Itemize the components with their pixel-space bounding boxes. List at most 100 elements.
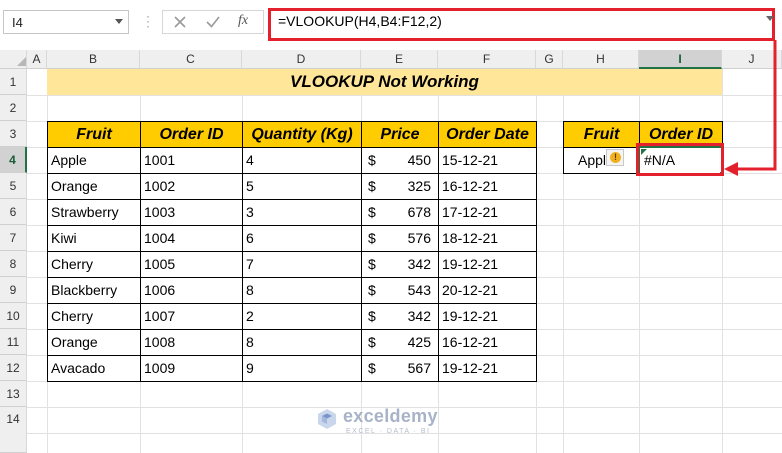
- table-cell-quantity[interactable]: 4: [242, 147, 362, 174]
- table-cell-price[interactable]: $425: [361, 329, 439, 356]
- row-header-3[interactable]: 3: [0, 121, 27, 147]
- table-cell-order-id[interactable]: 1002: [140, 173, 243, 200]
- sheet-title[interactable]: VLOOKUP Not Working: [47, 69, 722, 95]
- column-header-b[interactable]: B: [47, 50, 140, 69]
- select-all-triangle-icon: [17, 57, 26, 66]
- table-cell-price[interactable]: $342: [361, 251, 439, 278]
- table-cell-order-date[interactable]: 19-12-21: [438, 303, 537, 330]
- column-header-e[interactable]: E: [361, 50, 438, 69]
- name-box-value: I4: [12, 15, 23, 30]
- column-header-h[interactable]: H: [563, 50, 639, 69]
- table-cell-quantity[interactable]: 3: [242, 199, 362, 226]
- table-cell-quantity[interactable]: 8: [242, 329, 362, 356]
- table-cell-order-date[interactable]: 15-12-21: [438, 147, 537, 174]
- table-cell-order-date[interactable]: 20-12-21: [438, 277, 537, 304]
- table-header-fruit[interactable]: Fruit: [47, 121, 141, 148]
- table-cell-fruit[interactable]: Kiwi: [47, 225, 141, 252]
- row-header-9[interactable]: 9: [0, 277, 27, 303]
- lookup-header-fruit[interactable]: Fruit: [563, 121, 640, 148]
- lookup-fruit-cell[interactable]: Appl: [563, 147, 640, 174]
- table-cell-price[interactable]: $678: [361, 199, 439, 226]
- table-cell-price[interactable]: $450: [361, 147, 439, 174]
- table-cell-price[interactable]: $567: [361, 355, 439, 382]
- error-check-button[interactable]: !: [606, 149, 624, 166]
- table-cell-order-id[interactable]: 1006: [140, 277, 243, 304]
- table-cell-fruit[interactable]: Orange: [47, 173, 141, 200]
- cancel-icon[interactable]: [170, 12, 190, 32]
- table-cell-order-id[interactable]: 1004: [140, 225, 243, 252]
- table-cell-quantity[interactable]: 5: [242, 173, 362, 200]
- result-highlight-box: [636, 143, 724, 176]
- table-cell-quantity[interactable]: 9: [242, 355, 362, 382]
- worksheet-grid[interactable]: A B C D E F G H I J 1 2 3 4 5 6 7 8 9 10…: [0, 50, 782, 453]
- table-cell-order-id[interactable]: 1005: [140, 251, 243, 278]
- table-cell-order-id[interactable]: 1001: [140, 147, 243, 174]
- row-header-8[interactable]: 8: [0, 251, 27, 277]
- table-cell-fruit[interactable]: Cherry: [47, 303, 141, 330]
- table-header-price[interactable]: Price: [361, 121, 439, 148]
- table-cell-order-id[interactable]: 1008: [140, 329, 243, 356]
- row-header-11[interactable]: 11: [0, 329, 27, 355]
- price-value: 450: [407, 152, 431, 168]
- table-cell-order-id[interactable]: 1009: [140, 355, 243, 382]
- table-cell-order-date[interactable]: 17-12-21: [438, 199, 537, 226]
- currency-symbol: $: [368, 178, 376, 194]
- table-cell-fruit[interactable]: Avacado: [47, 355, 141, 382]
- row-header-10[interactable]: 10: [0, 303, 27, 329]
- row-header-14[interactable]: 14: [0, 407, 27, 453]
- column-header-i[interactable]: I: [639, 50, 722, 69]
- row-header-13[interactable]: 13: [0, 381, 27, 407]
- table-header-order-date[interactable]: Order Date: [438, 121, 537, 148]
- currency-symbol: $: [368, 152, 376, 168]
- insert-function-icon[interactable]: fx: [238, 13, 248, 29]
- table-cell-order-date[interactable]: 16-12-21: [438, 329, 537, 356]
- table-cell-price[interactable]: $325: [361, 173, 439, 200]
- warning-icon: !: [610, 152, 621, 163]
- column-header-g[interactable]: G: [536, 50, 563, 69]
- table-cell-fruit[interactable]: Apple: [47, 147, 141, 174]
- table-cell-order-date[interactable]: 19-12-21: [438, 251, 537, 278]
- row-header-5[interactable]: 5: [0, 173, 27, 199]
- exceldemy-logo-icon: [318, 409, 336, 429]
- table-cell-quantity[interactable]: 7: [242, 251, 362, 278]
- table-cell-fruit[interactable]: Cherry: [47, 251, 141, 278]
- column-header-f[interactable]: F: [438, 50, 536, 69]
- row-header-2[interactable]: 2: [0, 95, 27, 121]
- table-cell-fruit[interactable]: Blackberry: [47, 277, 141, 304]
- watermark-logo: exceldemy EXCEL · DATA · BI: [316, 406, 466, 440]
- table-cell-order-date[interactable]: 16-12-21: [438, 173, 537, 200]
- table-cell-quantity[interactable]: 8: [242, 277, 362, 304]
- expand-formula-icon[interactable]: [766, 16, 774, 21]
- enter-check-icon[interactable]: [203, 12, 223, 32]
- table-cell-price[interactable]: $342: [361, 303, 439, 330]
- table-cell-order-id[interactable]: 1003: [140, 199, 243, 226]
- table-cell-price[interactable]: $543: [361, 277, 439, 304]
- column-header-c[interactable]: C: [140, 50, 242, 69]
- row-header-7[interactable]: 7: [0, 225, 27, 251]
- table-header-order-id[interactable]: Order ID: [140, 121, 243, 148]
- table-cell-quantity[interactable]: 6: [242, 225, 362, 252]
- column-header-d[interactable]: D: [242, 50, 361, 69]
- select-all-corner[interactable]: [0, 50, 27, 69]
- table-cell-order-id[interactable]: 1007: [140, 303, 243, 330]
- watermark-brand: exceldemy: [343, 406, 438, 426]
- column-header-j[interactable]: J: [722, 50, 782, 69]
- currency-symbol: $: [368, 230, 376, 246]
- table-cell-quantity[interactable]: 2: [242, 303, 362, 330]
- table-cell-price[interactable]: $576: [361, 225, 439, 252]
- table-header-quantity[interactable]: Quantity (Kg): [242, 121, 362, 148]
- table-cell-order-date[interactable]: 19-12-21: [438, 355, 537, 382]
- price-value: 325: [407, 178, 431, 194]
- row-header-6[interactable]: 6: [0, 199, 27, 225]
- row-header-1[interactable]: 1: [0, 69, 27, 95]
- chevron-down-icon[interactable]: [115, 19, 123, 24]
- name-box[interactable]: I4: [3, 10, 129, 34]
- row-header-12[interactable]: 12: [0, 355, 27, 381]
- table-cell-order-date[interactable]: 18-12-21: [438, 225, 537, 252]
- column-header-a[interactable]: A: [27, 50, 47, 69]
- table-cell-fruit[interactable]: Orange: [47, 329, 141, 356]
- table-cell-fruit[interactable]: Strawberry: [47, 199, 141, 226]
- currency-symbol: $: [368, 360, 376, 376]
- price-value: 425: [407, 334, 431, 350]
- row-header-4[interactable]: 4: [0, 147, 27, 173]
